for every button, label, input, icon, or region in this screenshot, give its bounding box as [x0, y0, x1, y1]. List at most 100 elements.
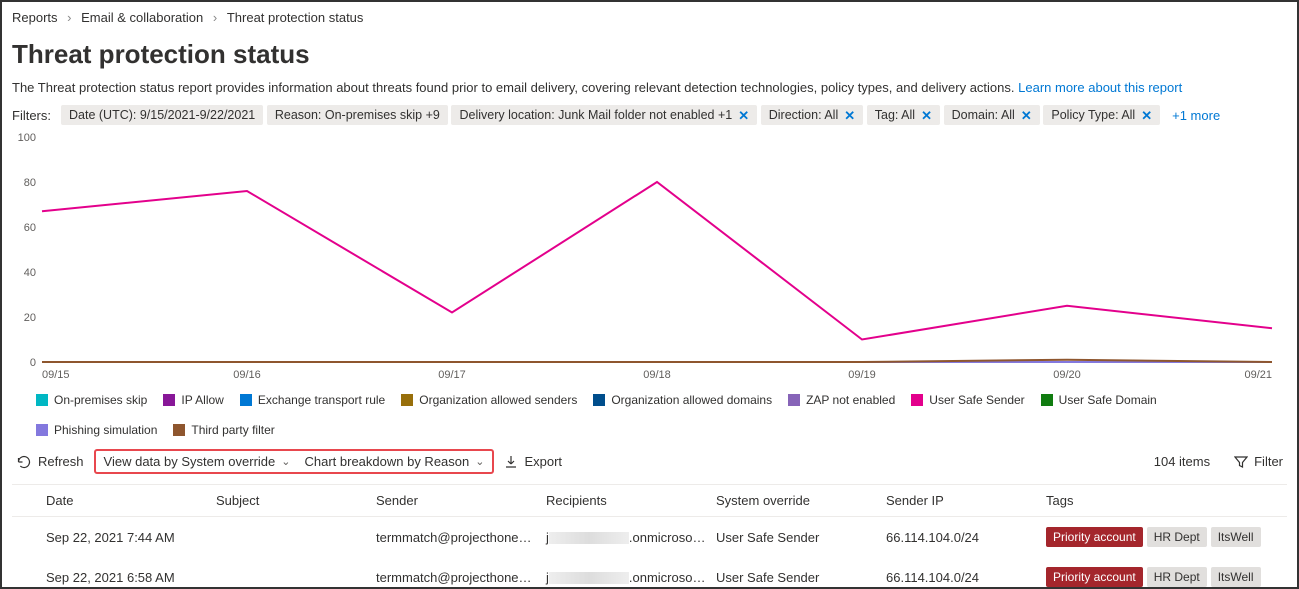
filter-chip[interactable]: Reason: On-premises skip +9	[267, 105, 448, 125]
col-system-override[interactable]: System override	[712, 485, 882, 517]
redacted-text	[549, 572, 629, 584]
col-recipients[interactable]: Recipients	[542, 485, 712, 517]
filter-chip-label: Date (UTC): 9/15/2021-9/22/2021	[69, 108, 255, 122]
row-gutter	[12, 557, 42, 589]
legend-item[interactable]: Exchange transport rule	[240, 393, 385, 407]
filter-chip[interactable]: Direction: All ✕	[761, 105, 863, 125]
filter-chip-label: Direction: All	[769, 108, 838, 122]
filter-chip-label: Tag: All	[875, 108, 915, 122]
tag-badge[interactable]: ItsWell	[1211, 567, 1261, 587]
table-header-row: Date Subject Sender Recipients System ov…	[12, 485, 1287, 517]
legend-item[interactable]: IP Allow	[163, 393, 223, 407]
legend-item[interactable]: Phishing simulation	[36, 423, 157, 437]
filter-chip[interactable]: Policy Type: All✕	[1043, 105, 1160, 125]
tag-badge[interactable]: HR Dept	[1147, 527, 1207, 547]
legend-label: Phishing simulation	[54, 423, 157, 437]
chart-legend: On-premises skip IP Allow Exchange transpo…	[12, 389, 1287, 443]
legend-swatch	[401, 394, 413, 406]
filter-icon	[1234, 455, 1248, 469]
col-sender-ip[interactable]: Sender IP	[882, 485, 1042, 517]
highlighted-dropdown-group: View data by System override ⌄ Chart bre…	[94, 449, 495, 474]
cell-override: User Safe Sender	[712, 517, 882, 558]
chevron-right-icon: ›	[213, 10, 217, 25]
filter-chip-label: Delivery location: Junk Mail folder not …	[459, 108, 732, 122]
svg-text:09/19: 09/19	[848, 369, 876, 381]
col-tags[interactable]: Tags	[1042, 485, 1287, 517]
tag-badge[interactable]: Priority account	[1046, 567, 1143, 587]
filter-chip-label: Reason: On-premises skip +9	[275, 108, 440, 122]
legend-label: On-premises skip	[54, 393, 147, 407]
cell-sender-ip: 66.114.104.0/24	[882, 517, 1042, 558]
filter-label: Filter	[1254, 454, 1283, 469]
legend-label: IP Allow	[181, 393, 223, 407]
legend-label: Organization allowed senders	[419, 393, 577, 407]
col-subject[interactable]: Subject	[212, 485, 372, 517]
filter-chip[interactable]: Delivery location: Junk Mail folder not …	[451, 105, 757, 125]
page-description: The Threat protection status report prov…	[12, 80, 1287, 95]
close-icon[interactable]: ✕	[1021, 109, 1032, 122]
legend-item[interactable]: Third party filter	[173, 423, 274, 437]
legend-swatch	[593, 394, 605, 406]
table-row[interactable]: Sep 22, 2021 6:58 AMtermmatch@projecthon…	[12, 557, 1287, 589]
cell-sender-ip: 66.114.104.0/24	[882, 557, 1042, 589]
cell-subject	[212, 517, 372, 558]
legend-item[interactable]: On-premises skip	[36, 393, 147, 407]
filter-chip[interactable]: Tag: All ✕	[867, 105, 940, 125]
redacted-text	[549, 532, 629, 544]
legend-label: User Safe Domain	[1059, 393, 1157, 407]
close-icon[interactable]: ✕	[844, 109, 855, 122]
tag-badge[interactable]: Priority account	[1046, 527, 1143, 547]
tag-badge[interactable]: ItsWell	[1211, 527, 1261, 547]
breadcrumb-item: Threat protection status	[227, 10, 364, 25]
download-icon	[504, 455, 518, 469]
legend-swatch	[36, 394, 48, 406]
page-title: Threat protection status	[12, 39, 1287, 70]
legend-swatch	[240, 394, 252, 406]
legend-item[interactable]: User Safe Domain	[1041, 393, 1157, 407]
col-sender[interactable]: Sender	[372, 485, 542, 517]
filters-more-link[interactable]: +1 more	[1172, 108, 1220, 123]
legend-label: User Safe Sender	[929, 393, 1024, 407]
cell-tags: Priority accountHR DeptItsWell	[1042, 557, 1287, 589]
chevron-down-icon: ⌄	[475, 455, 484, 468]
legend-item[interactable]: ZAP not enabled	[788, 393, 895, 407]
svg-text:09/16: 09/16	[233, 369, 261, 381]
export-label: Export	[524, 454, 562, 469]
svg-text:0: 0	[30, 357, 36, 369]
close-icon[interactable]: ✕	[1141, 109, 1152, 122]
filter-chip[interactable]: Date (UTC): 9/15/2021-9/22/2021	[61, 105, 263, 125]
legend-item[interactable]: User Safe Sender	[911, 393, 1024, 407]
filter-chip-label: Domain: All	[952, 108, 1015, 122]
breadcrumb-item[interactable]: Email & collaboration	[81, 10, 203, 25]
filters-label: Filters:	[12, 108, 51, 123]
close-icon[interactable]: ✕	[738, 109, 749, 122]
chart-breakdown-label: Chart breakdown by Reason	[304, 454, 469, 469]
learn-more-link[interactable]: Learn more about this report	[1018, 80, 1182, 95]
svg-text:09/20: 09/20	[1053, 369, 1081, 381]
legend-item[interactable]: Organization allowed domains	[593, 393, 772, 407]
breadcrumb-item[interactable]: Reports	[12, 10, 58, 25]
svg-text:80: 80	[24, 177, 36, 189]
filter-button[interactable]: Filter	[1234, 454, 1283, 469]
svg-text:40: 40	[24, 267, 36, 279]
close-icon[interactable]: ✕	[921, 109, 932, 122]
table-row[interactable]: Sep 22, 2021 7:44 AMtermmatch@projecthon…	[12, 517, 1287, 558]
chevron-down-icon: ⌄	[281, 455, 290, 468]
description-text: The Threat protection status report prov…	[12, 80, 1015, 95]
filter-chip[interactable]: Domain: All ✕	[944, 105, 1040, 125]
svg-text:09/18: 09/18	[643, 369, 671, 381]
cell-recipients: j.onmicrosoft.com	[542, 517, 712, 558]
chart-breakdown-dropdown[interactable]: Chart breakdown by Reason ⌄	[304, 454, 484, 469]
refresh-label: Refresh	[38, 454, 84, 469]
tag-badge[interactable]: HR Dept	[1147, 567, 1207, 587]
view-data-dropdown[interactable]: View data by System override ⌄	[104, 454, 291, 469]
svg-text:60: 60	[24, 222, 36, 234]
items-count: 104 items	[1154, 454, 1210, 469]
refresh-button[interactable]: Refresh	[16, 454, 84, 470]
legend-item[interactable]: Organization allowed senders	[401, 393, 577, 407]
export-button[interactable]: Export	[504, 454, 562, 469]
legend-swatch	[173, 424, 185, 436]
legend-label: Organization allowed domains	[611, 393, 772, 407]
cell-date: Sep 22, 2021 7:44 AM	[42, 517, 212, 558]
col-date[interactable]: Date	[42, 485, 212, 517]
